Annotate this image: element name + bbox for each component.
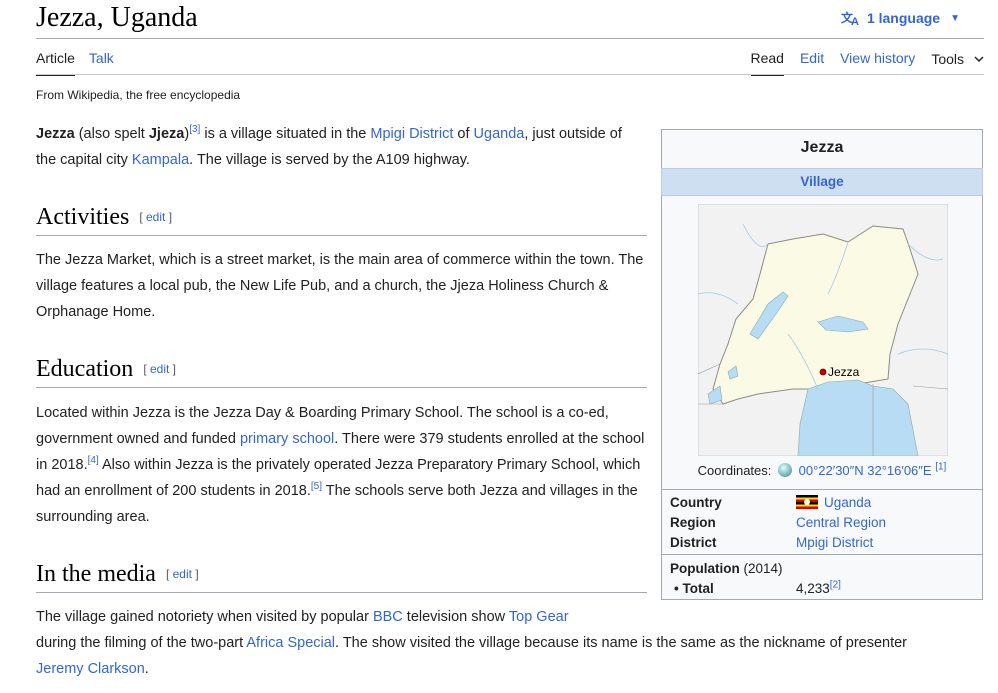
tab-talk[interactable]: Talk: [89, 50, 114, 76]
text: The village gained notoriety when visite…: [36, 609, 373, 625]
tab-article[interactable]: Article: [36, 50, 75, 76]
link-primary-school[interactable]: primary school: [240, 431, 334, 447]
section-heading-activities: Activities [ edit ]: [36, 204, 647, 236]
edit-link[interactable]: edit: [150, 362, 169, 376]
row-label: District: [670, 535, 717, 550]
infobox: Jezza Village Jezza Coordinates: 00°22′3…: [661, 129, 983, 600]
coordinates-label: Coordinates:: [697, 463, 772, 478]
chevron-down-icon: ▼: [950, 12, 960, 24]
row-value: Uganda: [796, 495, 871, 510]
text: during the filming of the two-part: [36, 635, 247, 651]
language-button-label: 1 language: [866, 10, 941, 26]
page-title: Jezza, Uganda: [36, 2, 198, 33]
tools-menu[interactable]: Tools: [931, 50, 984, 76]
education-paragraph: Located within Jezza is the Jezza Day & …: [36, 400, 648, 530]
text: Population: [670, 561, 740, 576]
infobox-title: Jezza: [800, 139, 844, 156]
reference-2[interactable]: [2]: [830, 580, 841, 591]
bold-term: Jezza: [36, 126, 75, 142]
text: is a village situated in the: [200, 126, 371, 142]
chevron-down-icon: [974, 56, 984, 63]
location-map[interactable]: Jezza: [698, 204, 948, 456]
tab-read[interactable]: Read: [750, 50, 784, 76]
reference-1[interactable]: [1]: [935, 462, 946, 473]
coordinates-link[interactable]: 00°22′30″N 32°16′06″E: [799, 463, 932, 478]
uganda-flag-icon: [796, 495, 818, 509]
globe-icon[interactable]: [778, 463, 793, 477]
text: . The show visited the village because i…: [335, 635, 908, 651]
section-heading-media: In the media [ edit ]: [36, 561, 647, 593]
view-tabs: Read Edit View history Tools: [735, 50, 985, 76]
location-dot: [819, 368, 827, 376]
translate-icon: 文 A: [841, 10, 859, 26]
heading-text: Education: [36, 356, 134, 382]
media-paragraph: The village gained notoriety when visite…: [36, 604, 956, 682]
text: The Jezza Market, which is a street mark…: [36, 252, 644, 320]
row-label: Region: [670, 515, 716, 530]
link-jeremy-clarkson[interactable]: Jeremy Clarkson: [36, 661, 145, 677]
edit-section-education[interactable]: [ edit ]: [143, 362, 176, 376]
activities-paragraph: The Jezza Market, which is a street mark…: [36, 247, 648, 325]
tab-edit[interactable]: Edit: [800, 50, 824, 76]
tools-label: Tools: [931, 51, 964, 67]
location-label: Jezza: [828, 365, 860, 379]
text: . The village is served by the A109 high…: [189, 152, 470, 168]
link-africa-special[interactable]: Africa Special: [246, 635, 335, 651]
bold-term: Jjeza: [148, 126, 185, 142]
total-value: 4,233: [796, 581, 830, 596]
link-central-region[interactable]: Central Region: [796, 515, 886, 530]
link-top-gear[interactable]: Top Gear: [509, 609, 569, 625]
edit-section-media[interactable]: [ edit ]: [166, 567, 199, 581]
reference-5[interactable]: [5]: [311, 481, 322, 492]
text: of: [453, 126, 474, 142]
link-village[interactable]: Village: [800, 174, 843, 189]
intro-paragraph: Jezza (also spelt Jjeza)[3] is a village…: [36, 121, 626, 173]
edit-section-activities[interactable]: [ edit ]: [139, 210, 172, 224]
tab-view-history[interactable]: View history: [840, 50, 915, 76]
link-mpigi-district[interactable]: Mpigi District: [796, 535, 873, 550]
namespace-tabs: Article Talk: [36, 50, 128, 76]
heading-text: Activities: [36, 204, 130, 230]
link-kampala[interactable]: Kampala: [132, 152, 189, 168]
reference-4[interactable]: [4]: [88, 455, 99, 466]
link-bbc[interactable]: BBC: [373, 609, 403, 625]
row-value: 4,233[2]: [796, 580, 841, 596]
site-tagline: From Wikipedia, the free encyclopedia: [36, 88, 241, 102]
reference-3[interactable]: [3]: [189, 124, 200, 135]
text: .: [144, 661, 149, 677]
population-year: (2014): [739, 561, 783, 576]
language-button[interactable]: 文 A 1 language ▼: [841, 10, 960, 26]
section-heading-education: Education [ edit ]: [36, 356, 647, 388]
link-mpigi-district[interactable]: Mpigi District: [370, 126, 453, 142]
row-label: • Total: [674, 581, 714, 596]
infobox-type: Village: [661, 168, 983, 196]
link-uganda[interactable]: Uganda: [474, 126, 525, 142]
population-label: Population (2014): [670, 561, 783, 576]
edit-link[interactable]: edit: [146, 210, 165, 224]
heading-text: In the media: [36, 561, 156, 587]
row-label: Country: [670, 495, 722, 510]
text: television show: [402, 609, 509, 625]
text: (also spelt: [74, 126, 149, 142]
link-uganda[interactable]: Uganda: [824, 495, 871, 510]
svg-text:A: A: [851, 16, 859, 26]
edit-link[interactable]: edit: [173, 567, 192, 581]
coordinates: Coordinates: 00°22′30″N 32°16′06″E [1]: [662, 462, 982, 478]
